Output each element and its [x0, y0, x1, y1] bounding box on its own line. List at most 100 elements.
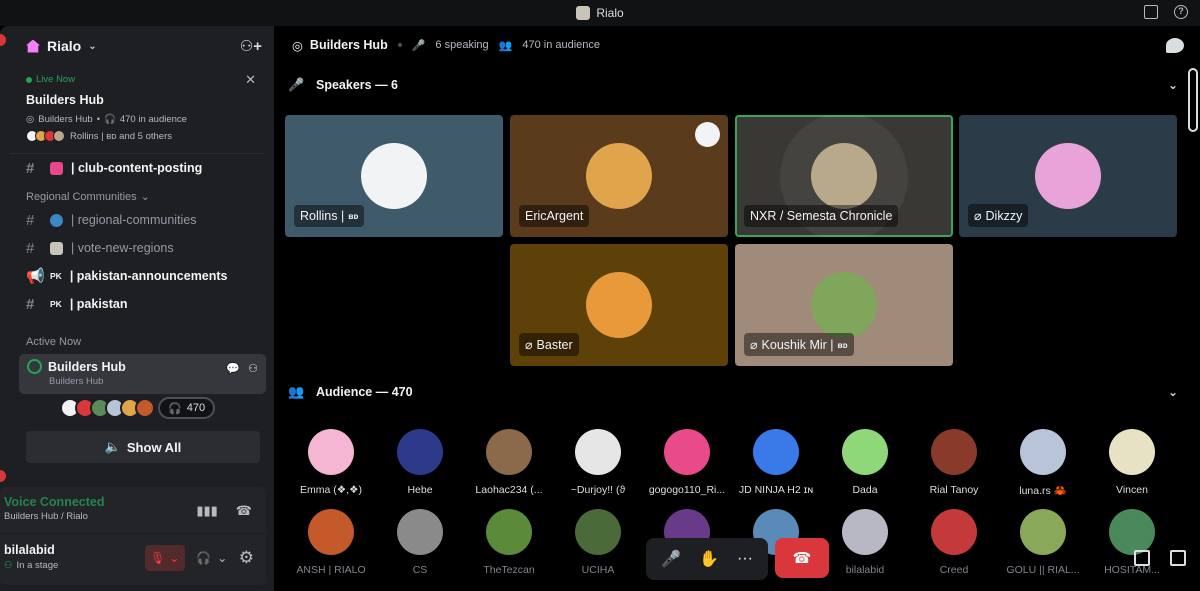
- speaker-name: Koushik Mir |: [761, 337, 834, 352]
- chevron-down-icon[interactable]: ⌄: [1168, 385, 1178, 399]
- speaker-tile[interactable]: Rollins | ʙᴅ: [285, 115, 503, 237]
- speakers-heading: Speakers — 6: [316, 78, 398, 92]
- add-member-icon[interactable]: ⚇+: [240, 37, 262, 55]
- audience-avatar: [308, 429, 354, 475]
- audience-name: Laohac234 (...: [475, 484, 543, 496]
- channel-label: | club-content-posting: [71, 161, 203, 175]
- stage-icon: [27, 359, 42, 374]
- stage-icon: ◎: [26, 114, 35, 125]
- category-regional-communities[interactable]: Regional Communities ⌄: [0, 182, 274, 206]
- show-all-button[interactable]: 🔈 Show All: [26, 431, 260, 463]
- chat-icon[interactable]: [1166, 38, 1184, 53]
- speaker-nameplate: Rollins | ʙᴅ: [294, 205, 365, 227]
- speaker-tile[interactable]: ⌀ Koushik Mir | ʙᴅ: [735, 244, 953, 366]
- headphones-icon: 🎧: [104, 114, 116, 125]
- audience-member[interactable]: gogogo110_Ri...: [642, 429, 732, 496]
- audience-member[interactable]: Emma (❖,❖): [286, 429, 376, 496]
- app-icon: [576, 6, 591, 20]
- active-sub: Builders Hub: [49, 376, 104, 387]
- chevron-down-icon[interactable]: ⌄: [1168, 78, 1178, 92]
- speaker-tile[interactable]: ⌀ Dikzzy: [959, 115, 1177, 237]
- channel-pakistan-announcements[interactable]: 📢 PK | pakistan-announcements: [0, 262, 274, 290]
- deafen-button[interactable]: 🎧 ⌄: [193, 545, 231, 571]
- audience-avatar: [842, 429, 888, 475]
- audience-member[interactable]: Laohac234 (...: [464, 429, 554, 496]
- mic-muted-icon[interactable]: 🎤: [661, 549, 681, 569]
- audience-avatar: [1109, 509, 1155, 555]
- active-stage-card[interactable]: Builders Hub Builders Hub 💬 ⚇: [19, 354, 266, 394]
- audience-name: luna.rs 🦀: [1019, 485, 1067, 497]
- audience-icon: 👥: [498, 39, 513, 52]
- audience-member[interactable]: HOSITAM...: [1087, 509, 1177, 576]
- audience-member[interactable]: GOLU || RIAL...: [998, 509, 1088, 576]
- speaker-tile[interactable]: NXR / Semesta Chronicle: [735, 115, 953, 237]
- channel-pakistan[interactable]: # PK | pakistan: [0, 290, 274, 318]
- audience-member[interactable]: bilalabid: [820, 509, 910, 576]
- flag-label: PK: [50, 299, 62, 309]
- live-dot-icon: [26, 76, 32, 83]
- fullscreen-icon[interactable]: [1170, 550, 1186, 566]
- speaker-tile[interactable]: ⌀ Baster: [510, 244, 728, 366]
- live-now-card[interactable]: Live Now ✕ Builders Hub ◎ Builders Hub •…: [10, 68, 264, 154]
- guild-header[interactable]: Rialo ⌄ ⚇+: [0, 26, 274, 66]
- leave-stage-button[interactable]: ☎: [775, 538, 829, 578]
- channel-vote-new-regions[interactable]: # | vote-new-regions: [0, 234, 274, 262]
- chat-icon[interactable]: 💬: [226, 362, 240, 375]
- chevron-down-icon[interactable]: ⌄: [217, 551, 227, 565]
- channel-regional-communities[interactable]: # | regional-communities: [0, 206, 274, 234]
- audience-name: HOSITAM...: [1104, 564, 1160, 576]
- popout-icon[interactable]: [1134, 550, 1150, 566]
- raise-hand-icon[interactable]: ✋: [699, 549, 719, 569]
- audience-member[interactable]: ~Durjoy!! (ϑ: [553, 429, 643, 496]
- audience-member[interactable]: Rial Tanoy: [909, 429, 999, 496]
- audience-member[interactable]: CS: [375, 509, 465, 576]
- channel-club-content-posting[interactable]: # | club-content-posting: [0, 154, 274, 182]
- globe-icon: [50, 213, 63, 227]
- speaker-name: Dikzzy: [985, 208, 1023, 223]
- close-icon[interactable]: ✕: [245, 72, 256, 88]
- audience-member[interactable]: luna.rs 🦀: [998, 429, 1088, 497]
- audience-section-header[interactable]: 👥 Audience — 470 ⌄: [288, 380, 1178, 404]
- audience-member[interactable]: ANSH | RIALO: [286, 509, 376, 576]
- audience-name: Creed: [939, 564, 969, 576]
- help-icon[interactable]: ?: [1174, 5, 1188, 19]
- gear-icon[interactable]: ⚙: [239, 548, 254, 568]
- app-title: Rialo: [576, 6, 624, 20]
- audience-name: CS: [412, 564, 428, 576]
- speaker-nameplate: EricArgent: [519, 205, 590, 227]
- headphones-icon: 🎧: [196, 551, 212, 565]
- live-audience: 470 in audience: [119, 114, 187, 125]
- soundboard-icon[interactable]: ▮▮▮: [196, 503, 217, 519]
- audience-member[interactable]: Creed: [909, 509, 999, 576]
- speaker-tile[interactable]: EricArgent: [510, 115, 728, 237]
- audience-member[interactable]: Hebe: [375, 429, 465, 496]
- audience-member[interactable]: UCIHA: [553, 509, 643, 576]
- audience-avatar: [931, 429, 977, 475]
- mic-muted-icon: ⌀: [750, 338, 758, 352]
- chevron-down-icon: ⌄: [140, 191, 150, 203]
- speaker-nameplate: ⌀ Dikzzy: [968, 204, 1029, 227]
- inbox-icon[interactable]: [1144, 5, 1158, 19]
- audience-name: Dada: [852, 484, 878, 496]
- ballot-icon: [50, 241, 63, 255]
- speakers-section-header[interactable]: 🎤 Speakers — 6 ⌄: [288, 73, 1178, 97]
- channel-emoji-icon: [50, 161, 63, 175]
- disconnect-icon[interactable]: ☎: [236, 503, 252, 519]
- hash-icon: #: [26, 239, 35, 257]
- audience-avatar: [397, 509, 443, 555]
- add-member-icon[interactable]: ⚇: [248, 362, 258, 375]
- active-audience-row[interactable]: 🎧 470: [60, 397, 274, 419]
- more-icon[interactable]: ···: [737, 550, 753, 568]
- scrollbar[interactable]: [1188, 68, 1198, 132]
- audience-member[interactable]: JD NINJA H2 ɪɴ: [731, 429, 821, 496]
- mute-mic-button[interactable]: 🎙 ⌄: [144, 545, 185, 571]
- audience-member[interactable]: Vincen: [1087, 429, 1177, 496]
- stage-controls: 🎤 ✋ ···: [646, 538, 768, 580]
- live-badge: Live Now: [36, 74, 76, 85]
- chevron-down-icon[interactable]: ⌄: [169, 551, 179, 565]
- audience-avatar: [753, 429, 799, 475]
- audience-member[interactable]: Dada: [820, 429, 910, 496]
- speaker-name: Rollins |: [300, 209, 345, 223]
- channel-label: | vote-new-regions: [71, 241, 174, 255]
- audience-member[interactable]: TheTezcan: [464, 509, 554, 576]
